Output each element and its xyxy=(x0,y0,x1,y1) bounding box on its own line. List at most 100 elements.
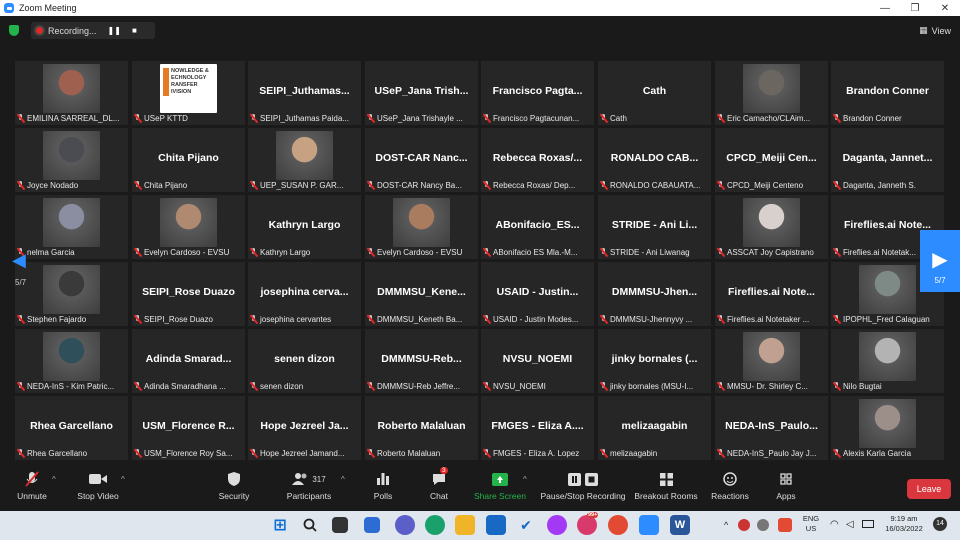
participant-tile[interactable]: MMSU- Dr. Shirley C... xyxy=(715,329,828,393)
task-view-icon[interactable] xyxy=(332,517,348,533)
participant-tile[interactable]: ABonifacio_ES... ABonifacio ES Mla.-M... xyxy=(481,195,594,259)
pause-recording-icon[interactable]: ❚❚ xyxy=(108,26,121,35)
muted-mic-icon xyxy=(717,314,725,324)
participant-tile[interactable]: USeP_Jana Trish... USeP_Jana Trishayle ..… xyxy=(365,61,478,125)
participant-tile[interactable]: josephina cerva... josephina cervantes xyxy=(248,262,361,326)
participant-tile[interactable]: jinky bornales (... jinky bornales (MSU-I… xyxy=(598,329,711,393)
participant-tile[interactable]: Joyce Nodado xyxy=(15,128,128,192)
view-button[interactable]: ▦ View xyxy=(919,25,951,36)
volume-icon[interactable]: ◁ xyxy=(846,520,854,530)
maximize-button[interactable]: ❐ xyxy=(900,3,930,14)
participant-name: jinky bornales (MSU-I... xyxy=(610,381,694,391)
minimize-button[interactable]: — xyxy=(870,3,900,14)
participant-tile[interactable]: ASSCAT Joy Capistrano xyxy=(715,195,828,259)
unmute-button[interactable]: Unmute xyxy=(10,469,54,509)
todo-check-icon[interactable]: ✔ xyxy=(516,515,536,535)
participant-tile[interactable]: Daganta, Jannet... Daganta, Janneth S. xyxy=(831,128,944,192)
windows-start-icon[interactable]: ⊞ xyxy=(270,515,290,535)
stop-recording-icon[interactable]: ■ xyxy=(132,26,137,35)
participant-tile[interactable]: Roberto Malaluan Roberto Malaluan xyxy=(365,396,478,460)
participant-tile[interactable]: CPCD_Meiji Cen... CPCD_Meiji Centeno xyxy=(715,128,828,192)
participant-tile[interactable]: Hope Jezreel Ja... Hope Jezreel Jamand... xyxy=(248,396,361,460)
polls-button[interactable]: Polls xyxy=(368,469,398,509)
messaging-app-icon[interactable]: 99+ xyxy=(577,512,599,535)
language-indicator[interactable]: ENG US xyxy=(800,514,822,534)
security-button[interactable]: Security xyxy=(214,469,254,509)
chrome-browser-icon[interactable] xyxy=(608,515,628,535)
participant-tile[interactable]: UEP_SUSAN P. GAR... xyxy=(248,128,361,192)
participant-tile[interactable]: DMMMSU-Reb... DMMMSU-Reb Jeffre... xyxy=(365,329,478,393)
participant-tile[interactable]: STRIDE - Ani Li... STRIDE - Ani Liwanag xyxy=(598,195,711,259)
tray-headset-icon[interactable] xyxy=(757,519,769,531)
zoom-app-icon[interactable] xyxy=(639,515,659,535)
pause-stop-recording-button[interactable]: Pause/Stop Recording xyxy=(539,469,627,509)
participant-tile[interactable]: Alexis Karla Garcia xyxy=(831,396,944,460)
participant-tile[interactable]: Evelyn Cardoso - EVSU xyxy=(365,195,478,259)
participant-tile[interactable]: EMILINA SARREAL_DL... xyxy=(15,61,128,125)
audio-options-caret[interactable]: ^ xyxy=(52,475,56,484)
breakout-rooms-button[interactable]: Breakout Rooms xyxy=(633,469,699,509)
participant-tile[interactable]: SEIPI_Rose Duazo SEIPI_Rose Duazo xyxy=(132,262,245,326)
teams-chat-icon[interactable] xyxy=(395,515,415,535)
apps-button[interactable]: Apps xyxy=(770,469,802,509)
search-icon[interactable] xyxy=(300,515,320,535)
participant-name-caption: FMGES - Eliza A. Lopez xyxy=(483,448,592,458)
participant-tile[interactable]: Stephen Fajardo xyxy=(15,262,128,326)
participants-button[interactable]: 317 Participants xyxy=(284,469,334,509)
messenger-icon[interactable] xyxy=(547,515,567,535)
edge-browser-icon[interactable] xyxy=(425,515,445,535)
leave-meeting-button[interactable]: Leave xyxy=(907,479,951,499)
battery-icon[interactable] xyxy=(862,520,874,528)
participant-tile[interactable]: Rhea Garcellano Rhea Garcellano xyxy=(15,396,128,460)
participant-name-caption: USeP KTTD xyxy=(134,113,243,123)
participant-tile[interactable]: DMMMSU-Jhen... DMMMSU-Jhennyvy ... xyxy=(598,262,711,326)
participant-tile[interactable]: Brandon Conner Brandon Conner xyxy=(831,61,944,125)
participant-tile[interactable]: nelma Garcia xyxy=(15,195,128,259)
share-screen-button[interactable]: Share Screen xyxy=(474,469,526,509)
tray-avast-icon[interactable] xyxy=(778,518,792,532)
security-shield-icon[interactable] xyxy=(9,25,19,36)
participant-tile[interactable]: Nilo Bugtai xyxy=(831,329,944,393)
participant-tile[interactable]: NEDA-InS - Kim Patric... xyxy=(15,329,128,393)
participant-tile[interactable]: NEDA-InS_Paulo... NEDA-InS_Paulo Jay J... xyxy=(715,396,828,460)
participant-tile[interactable]: senen dizon senen dizon xyxy=(248,329,361,393)
participant-tile[interactable]: Cath Cath xyxy=(598,61,711,125)
participant-name-caption: Daganta, Janneth S. xyxy=(833,180,942,190)
participant-tile[interactable]: Kathryn Largo Kathryn Largo xyxy=(248,195,361,259)
participants-options-caret[interactable]: ^ xyxy=(341,475,345,484)
participant-tile[interactable]: USM_Florence R... USM_Florence Roy Sa... xyxy=(132,396,245,460)
participant-tile[interactable]: DOST-CAR Nanc... DOST-CAR Nancy Ba... xyxy=(365,128,478,192)
close-button[interactable]: ✕ xyxy=(930,3,960,14)
share-options-caret[interactable]: ^ xyxy=(523,475,527,484)
widgets-icon[interactable] xyxy=(364,517,380,533)
participant-tile[interactable]: Rebecca Roxas/... Rebecca Roxas/ Dep... xyxy=(481,128,594,192)
participant-tile[interactable]: NOWLEDGE & ECHNOLOGY RANSFER IVISION USeP… xyxy=(132,61,245,125)
participant-tile[interactable]: melizaagabin melizaagabin xyxy=(598,396,711,460)
chat-button[interactable]: 3 Chat xyxy=(424,467,454,509)
mail-icon[interactable] xyxy=(486,515,506,535)
participant-tile[interactable]: Fireflies.ai Note... Fireflies.ai Notetak… xyxy=(715,262,828,326)
word-app-icon[interactable]: W xyxy=(670,515,690,535)
participant-tile[interactable]: Chita Pijano Chita Pijano xyxy=(132,128,245,192)
participant-tile[interactable]: NVSU_NOEMI NVSU_NOEMI xyxy=(481,329,594,393)
next-page-button[interactable]: ▶ 5/7 xyxy=(920,230,960,292)
wifi-icon[interactable]: ◠ xyxy=(830,520,839,530)
participant-tile[interactable]: Francisco Pagta... Francisco Pagtacunan..… xyxy=(481,61,594,125)
file-explorer-icon[interactable] xyxy=(455,515,475,535)
participant-tile[interactable]: RONALDO CAB... RONALDO CABAUATA... xyxy=(598,128,711,192)
participant-tile[interactable]: USAID - Justin... USAID - Justin Modes... xyxy=(481,262,594,326)
tray-app-icon[interactable] xyxy=(738,519,750,531)
reactions-button[interactable]: Reactions xyxy=(710,469,750,509)
participant-tile[interactable]: DMMMSU_Kene... DMMMSU_Keneth Ba... xyxy=(365,262,478,326)
tray-chevron-up-icon[interactable]: ^ xyxy=(724,520,728,530)
participant-tile[interactable]: Evelyn Cardoso - EVSU xyxy=(132,195,245,259)
notification-count-badge[interactable]: 14 xyxy=(933,517,947,531)
participant-tile[interactable]: SEIPI_Juthamas... SEIPI_Juthamas Paida... xyxy=(248,61,361,125)
participant-tile[interactable]: Adinda Smarad... Adinda Smaradhana ... xyxy=(132,329,245,393)
participant-tile[interactable]: FMGES - Eliza A.... FMGES - Eliza A. Lope… xyxy=(481,396,594,460)
stop-video-button[interactable]: Stop Video xyxy=(72,469,124,509)
clock[interactable]: 9:19 am 16/03/2022 xyxy=(882,514,926,534)
video-options-caret[interactable]: ^ xyxy=(121,475,125,484)
previous-page-button[interactable]: ◀ 5/7 xyxy=(12,250,28,290)
participant-tile[interactable]: Eric Camacho/CLAim... xyxy=(715,61,828,125)
